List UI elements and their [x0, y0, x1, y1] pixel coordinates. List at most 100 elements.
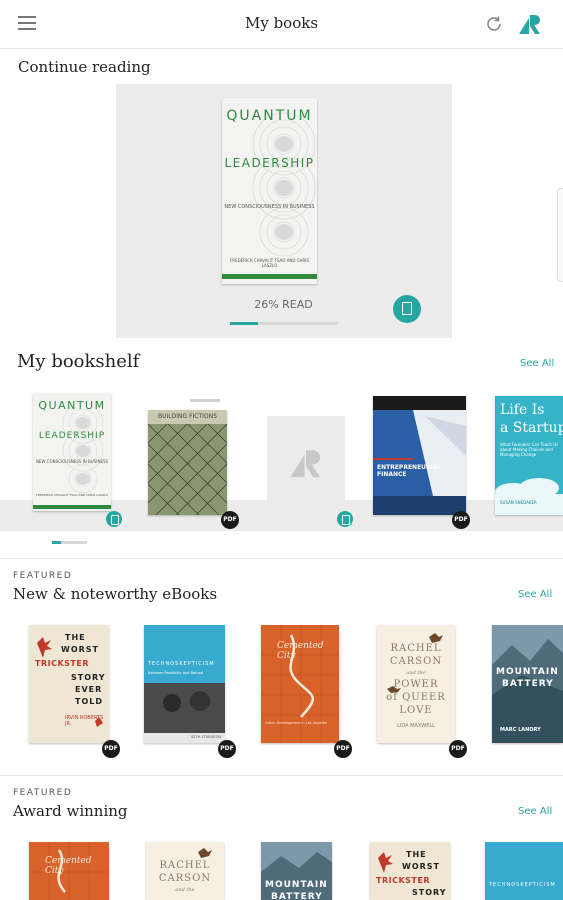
pdf-badge: PDF — [221, 511, 239, 529]
bookshelf-page-indicator — [52, 541, 87, 544]
cover-title-line1: MOUNTAIN — [265, 880, 328, 890]
bookshelf-heading: My bookshelf — [17, 351, 140, 372]
cover-author: SETH STURGEON — [191, 735, 221, 739]
shelf-cover-authors: SUSAN SNEDAKER — [500, 500, 537, 505]
shelf-cover-title-line1: Life Is — [500, 402, 545, 418]
app-header: My books — [0, 0, 563, 49]
cover-author: IRVIN ROBERTS JR. — [65, 715, 104, 727]
shelf-cover-title: ENTREPRENEURIAL FINANCE — [377, 464, 442, 478]
cover-subtitle: NEW CONSCIOUSNESS IN BUSINESS — [224, 204, 315, 210]
ebook-icon — [106, 511, 122, 527]
shelf-cover-title-line2: LEADERSHIP — [38, 431, 106, 441]
ebook-icon[interactable] — [393, 295, 421, 323]
cover-author: LIDA MAXWELL — [397, 723, 435, 729]
book-cover-quantum-leadership[interactable]: QUANTUM LEADERSHIP NEW CONSCIOUSNESS IN … — [222, 98, 317, 284]
cover-title-line2: WORST — [61, 645, 100, 654]
cover-title-line4: POWER — [393, 679, 439, 690]
cover-title-line1: THE — [406, 850, 427, 859]
cover-authors: FREDERICK CHAVALIT TSAO AND CHRIS LASZLO — [229, 258, 309, 268]
cover-title-line3: TRICKSTER — [35, 659, 90, 668]
book-worst-trickster-story[interactable]: THE WORST TRICKSTER STORY — [370, 842, 450, 900]
section-divider — [0, 775, 563, 776]
book-rachel-carson[interactable]: RACHEL CARSON and the — [146, 842, 224, 900]
shelf-cover-subtitle: What Founders Can Teach Us about Making … — [500, 442, 559, 457]
book-ribbon — [190, 399, 220, 402]
cover-title-line2: LEADERSHIP — [224, 156, 315, 170]
cover-title-line1: THE — [65, 633, 86, 642]
cover-title-line3: and the — [406, 670, 426, 676]
book-technoskepticism[interactable]: TECHNOSKEPTICISM Between Possibility and… — [144, 625, 225, 743]
fence-illustration — [148, 410, 227, 515]
bookshelf-see-all-link[interactable]: See All — [520, 358, 554, 369]
cover-title-line2: BATTERY — [271, 892, 323, 900]
side-scroll-handle[interactable] — [557, 188, 563, 282]
cover-subtitle: Urban Development in Los Angeles — [265, 721, 327, 725]
book-rachel-carson[interactable]: RACHEL CARSON and the POWER of QUEER LOV… — [377, 625, 455, 743]
cover-title-line5: of QUEER — [386, 692, 446, 703]
pdf-badge: PDF — [449, 740, 467, 758]
cover-subtitle: Between Possibility and Refusal — [148, 671, 204, 675]
shelf-book-life-is-a-startup[interactable]: Life Is a Startup What Founders Can Teac… — [495, 396, 563, 515]
sync-icon[interactable] — [484, 14, 504, 34]
shelf-cover-title: BUILDING FICTIONS — [158, 413, 217, 420]
cover-title: Cemented City — [45, 856, 92, 876]
shelf-cover-authors: FREDERICK CHAVALIT TSAO AND CHRIS LASZLO — [36, 493, 108, 497]
cover-title-line2: BATTERY — [502, 679, 554, 689]
book-technoskepticism[interactable]: TECHNOSKEPTICISM — [485, 842, 563, 900]
cover-title-line2: WORST — [402, 862, 441, 871]
cover-title-line1: RACHEL — [390, 643, 442, 654]
cover-title-line6: LOVE — [399, 705, 433, 716]
zen-stones-illustration — [222, 112, 317, 279]
cover-title: TECHNOSKEPTICISM — [148, 661, 215, 667]
featured-label: FEATURED — [13, 788, 73, 798]
cover-title-line4: STORY — [71, 673, 106, 682]
featured-label: FEATURED — [13, 571, 73, 581]
cover-title-line1: RACHEL — [159, 860, 211, 871]
cover-title: Cemented City — [277, 641, 324, 661]
book-mountain-battery[interactable]: MOUNTAIN BATTERY MARC LANDRY — [492, 625, 563, 743]
book-cemented-city[interactable]: Cemented City Urban Development in Los A… — [261, 625, 339, 743]
reading-progress-fill — [230, 322, 259, 325]
shelf-book-placeholder[interactable] — [267, 416, 345, 514]
shelf-book-entrepreneurial-finance[interactable]: ENTREPRENEURIAL FINANCE — [373, 396, 466, 515]
shelf-book-building-fictions[interactable]: BUILDING FICTIONS — [148, 410, 227, 515]
award-winning-heading: Award winning — [13, 802, 128, 820]
crowd-illustration — [144, 625, 225, 743]
section-divider — [0, 558, 563, 559]
pdf-badge: PDF — [218, 740, 236, 758]
continue-reading-card[interactable]: QUANTUM LEADERSHIP NEW CONSCIOUSNESS IN … — [116, 84, 452, 338]
book-worst-trickster-story[interactable]: THE WORST TRICKSTER STORY EVER TOLD IRVI… — [29, 625, 109, 743]
cover-title-line6: TOLD — [75, 697, 103, 706]
placeholder-logo-icon — [290, 450, 321, 478]
cover-title-line3: TRICKSTER — [376, 876, 431, 885]
pdf-badge: PDF — [102, 740, 120, 758]
cover-title-line4: STORY — [412, 888, 447, 897]
new-noteworthy-heading: New & noteworthy eBooks — [13, 585, 218, 603]
cover-title-line2: CARSON — [158, 873, 212, 884]
award-winning-see-all-link[interactable]: See All — [518, 806, 552, 817]
book-mountain-battery[interactable]: MOUNTAIN BATTERY — [261, 842, 332, 900]
continue-reading-heading: Continue reading — [18, 58, 151, 76]
cover-title-line5: EVER — [75, 685, 103, 694]
cover-title-line1: QUANTUM — [226, 108, 313, 124]
shelf-book-quantum-leadership[interactable]: QUANTUM LEADERSHIP NEW CONSCIOUSNESS IN … — [33, 393, 111, 511]
cover-title-line2: CARSON — [389, 656, 443, 667]
cover-title: TECHNOSKEPTICISM — [489, 882, 556, 888]
cover-title-line3: and the — [175, 887, 195, 893]
shelf-cover-subtitle: NEW CONSCIOUSNESS IN BUSINESS — [35, 459, 109, 464]
bookshelf-page-indicator-fill — [52, 541, 61, 544]
reading-progress-bar — [230, 322, 338, 325]
book-cemented-city[interactable]: Cemented City — [29, 842, 109, 900]
cover-title-line1: MOUNTAIN — [496, 667, 559, 677]
app-logo-icon[interactable] — [518, 12, 542, 36]
cover-author: MARC LANDRY — [500, 727, 541, 733]
sailboat-illustration — [373, 396, 466, 515]
shelf-cover-title-line1: QUANTUM — [38, 399, 106, 412]
reading-progress-label: 26% READ — [254, 298, 313, 311]
audiobook-icon — [337, 511, 353, 527]
shelf-cover-title-line2: a Startup — [500, 420, 563, 436]
pdf-badge: PDF — [452, 511, 470, 529]
new-noteworthy-see-all-link[interactable]: See All — [518, 589, 552, 600]
page-title: My books — [244, 14, 319, 32]
pdf-badge: PDF — [334, 740, 352, 758]
